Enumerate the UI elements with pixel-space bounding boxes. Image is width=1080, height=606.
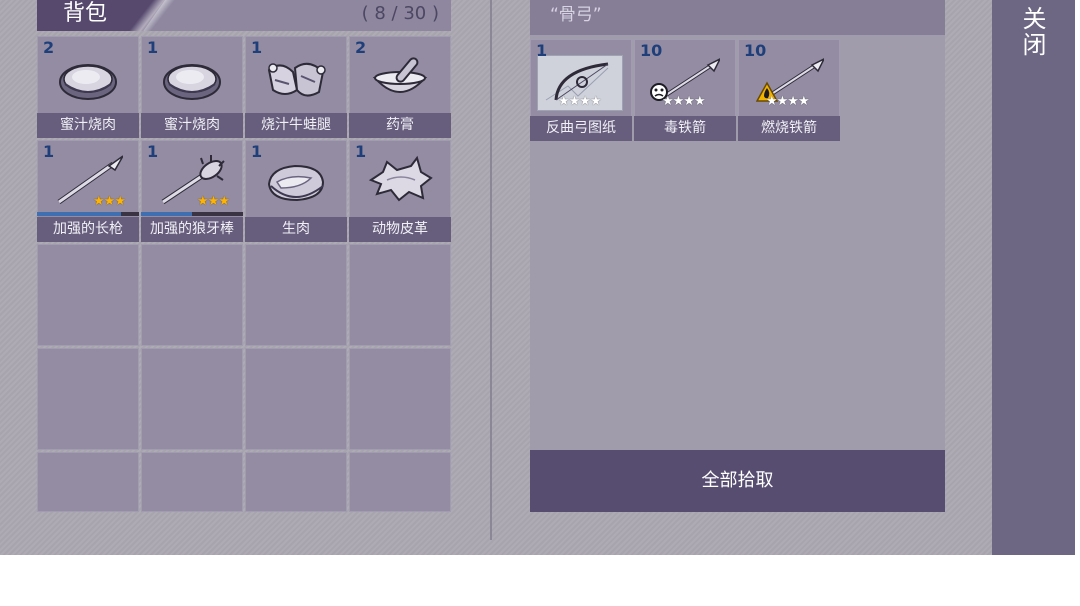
inventory-slot[interactable]: 1 动物皮革 bbox=[349, 140, 451, 242]
rarity-stars: ★★★ bbox=[93, 194, 126, 209]
loot-slot[interactable]: 1 ★★★★ 反曲弓图纸 bbox=[530, 39, 632, 141]
meat-chunk-icon bbox=[59, 64, 117, 100]
inventory-slot[interactable]: 1 蜜汁烧肉 bbox=[141, 36, 243, 138]
inventory-slot[interactable]: 1 烧汁牛蛙腿 bbox=[245, 36, 347, 138]
backpack-header: 背包 ( 8 / 30 ) bbox=[37, 0, 451, 31]
durability-bar bbox=[37, 212, 139, 216]
rarity-stars: ★★★ bbox=[197, 194, 230, 209]
loot-slot[interactable]: 10 ★★★★ 毒铁箭 bbox=[634, 39, 736, 141]
loot-slot[interactable]: 10 ★★★★ 燃烧铁箭 bbox=[738, 39, 840, 141]
backpack-title: 背包 bbox=[63, 1, 108, 26]
loot-panel: 1 ★★★★ 反曲弓图纸 10 ★★★★ 毒铁箭 10 ★★★★ 燃烧铁箭 bbox=[530, 35, 945, 450]
loot-source-title: “骨弓” bbox=[550, 5, 602, 25]
item-name: 加强的长枪 bbox=[37, 217, 139, 242]
close-label: 关闭 bbox=[1018, 6, 1046, 58]
inventory-slot[interactable]: 1 ★★★ 加强的长枪 bbox=[37, 140, 139, 242]
loot-header: “骨弓” bbox=[530, 0, 945, 35]
rarity-stars: ★★★★ bbox=[558, 94, 602, 109]
rarity-stars: ★★★★ bbox=[662, 94, 706, 109]
game-screen: 背包 ( 8 / 30 ) 2 蜜汁烧肉 1 蜜汁烧肉 1 烧汁牛蛙腿 2 药膏… bbox=[0, 0, 1075, 555]
animal-hide-icon bbox=[368, 155, 433, 202]
inventory-slot[interactable]: 2 药膏 bbox=[349, 36, 451, 138]
backpack-capacity: ( 8 / 30 ) bbox=[361, 3, 439, 24]
mortar-pestle-icon bbox=[372, 57, 428, 93]
pickup-all-button[interactable]: 全部拾取 bbox=[530, 450, 945, 512]
empty-slot[interactable] bbox=[37, 452, 139, 512]
item-name: 反曲弓图纸 bbox=[530, 116, 632, 141]
inventory-slot[interactable]: 1 生肉 bbox=[245, 140, 347, 242]
empty-slot[interactable] bbox=[349, 244, 451, 346]
frog-legs-icon bbox=[267, 62, 326, 97]
meat-chunk-icon bbox=[163, 64, 221, 100]
panel-divider bbox=[490, 0, 492, 540]
empty-slot[interactable] bbox=[141, 244, 243, 346]
item-name: 烧汁牛蛙腿 bbox=[245, 113, 347, 138]
item-name: 动物皮革 bbox=[349, 217, 451, 242]
item-name: 生肉 bbox=[245, 217, 347, 242]
rarity-stars: ★★★★ bbox=[766, 94, 810, 109]
item-name: 燃烧铁箭 bbox=[738, 116, 840, 141]
inventory-slot[interactable]: 2 蜜汁烧肉 bbox=[37, 36, 139, 138]
inventory-slot[interactable]: 1 ★★★ 加强的狼牙棒 bbox=[141, 140, 243, 242]
empty-slot[interactable] bbox=[141, 452, 243, 512]
empty-slot[interactable] bbox=[37, 244, 139, 346]
item-quantity: 1 bbox=[536, 41, 548, 60]
empty-slot[interactable] bbox=[349, 452, 451, 512]
backpack-grid: 2 蜜汁烧肉 1 蜜汁烧肉 1 烧汁牛蛙腿 2 药膏 1 ★★★ 加强的长枪 1… bbox=[37, 36, 451, 512]
empty-slot[interactable] bbox=[245, 348, 347, 450]
item-name: 蜜汁烧肉 bbox=[37, 113, 139, 138]
durability-bar bbox=[141, 212, 243, 216]
raw-meat-icon bbox=[267, 164, 325, 202]
durability-fill bbox=[37, 212, 121, 216]
item-name: 药膏 bbox=[349, 113, 451, 138]
durability-fill bbox=[141, 212, 192, 216]
empty-slot[interactable] bbox=[349, 348, 451, 450]
item-name: 加强的狼牙棒 bbox=[141, 217, 243, 242]
close-button[interactable]: 关闭 bbox=[992, 0, 1075, 555]
empty-slot[interactable] bbox=[245, 244, 347, 346]
item-name: 蜜汁烧肉 bbox=[141, 113, 243, 138]
empty-slot[interactable] bbox=[141, 348, 243, 450]
empty-slot[interactable] bbox=[37, 348, 139, 450]
item-name: 毒铁箭 bbox=[634, 116, 736, 141]
empty-slot[interactable] bbox=[245, 452, 347, 512]
